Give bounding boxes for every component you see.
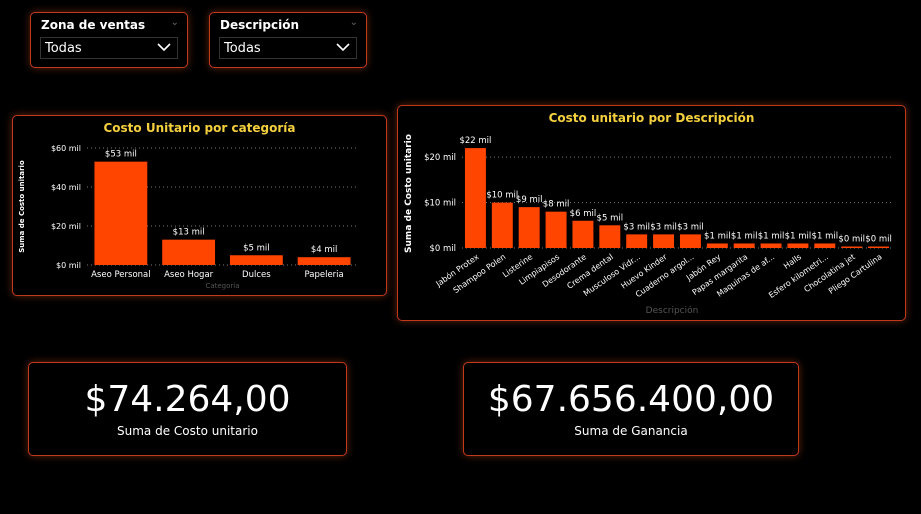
bar [229, 255, 283, 265]
bar [626, 234, 648, 248]
data-label: $5 mil [243, 243, 270, 253]
bar [760, 243, 782, 248]
x-tick-label: Dulces [242, 270, 271, 280]
chevron-down-icon[interactable]: ⌄ [350, 17, 358, 28]
kpi-label: Suma de Costo unitario [117, 424, 258, 438]
bar [841, 246, 863, 248]
bar [868, 246, 890, 248]
data-label: $1 mil [785, 231, 812, 241]
y-axis-title: Suma de Costo unitario [18, 160, 26, 253]
y-tick-label: $40 mil [51, 183, 81, 192]
data-label: $9 mil [516, 195, 543, 205]
bar [491, 202, 513, 248]
slicer-descripcion: Descripción ⌄ Todas [209, 12, 367, 68]
data-label: $3 mil [650, 222, 677, 232]
slicer-title: Zona de ventas [41, 18, 146, 32]
x-tick-label: Aseo Hogar [164, 270, 214, 280]
data-label: $53 mil [105, 150, 137, 160]
y-axis-title: Suma de Costo unitario [404, 134, 414, 253]
bar [297, 257, 351, 265]
y-tick-label: $20 mil [424, 153, 456, 163]
data-label: $0 mil [865, 235, 892, 245]
data-label: $3 mil [623, 222, 650, 232]
y-tick-label: $0 mil [56, 261, 81, 270]
descripcion-dropdown[interactable]: Todas [219, 37, 357, 59]
chevron-down-icon [157, 43, 171, 52]
data-label: $0 mil [838, 235, 865, 245]
zona-ventas-dropdown[interactable]: Todas [40, 37, 178, 59]
chevron-down-icon [336, 43, 350, 52]
x-axis-title: Descripción [646, 305, 699, 316]
data-label: $8 mil [543, 200, 570, 210]
bar [733, 243, 755, 248]
kpi-card-ganancia: $67.656.400,00 Suma de Ganancia [463, 362, 799, 456]
dropdown-value: Todas [224, 41, 261, 56]
bar [599, 225, 621, 248]
x-tick-label: Halls [782, 252, 803, 271]
y-tick-label: $20 mil [51, 222, 81, 231]
bar [162, 239, 216, 265]
bar-chart-categoria: $0 mil $20 mil $40 mil $60 mil Suma de Costo… [18, 144, 358, 290]
bar [464, 148, 486, 248]
bar [518, 207, 540, 248]
kpi-label: Suma de Ganancia [574, 424, 688, 438]
bar [653, 234, 675, 248]
y-tick-label: $0 mil [429, 244, 456, 254]
x-tick-label: Aseo Personal [91, 270, 151, 280]
y-tick-label: $10 mil [424, 199, 456, 209]
bar [706, 243, 728, 248]
data-label: $13 mil [173, 228, 205, 238]
bar [814, 243, 836, 248]
bar [94, 161, 148, 265]
data-label: $3 mil [677, 222, 704, 232]
kpi-value: $74.264,00 [84, 379, 291, 420]
kpi-value: $67.656.400,00 [487, 379, 775, 420]
slicer-title: Descripción [220, 18, 299, 32]
bar [679, 234, 701, 248]
slicer-zona-ventas: Zona de ventas ⌄ Todas [30, 12, 188, 68]
bar [787, 243, 809, 248]
data-label: $1 mil [704, 231, 731, 241]
x-tick-label: Papeleria [305, 270, 344, 280]
data-label: $1 mil [731, 231, 758, 241]
data-label: $1 mil [758, 231, 785, 241]
data-label: $10 mil [486, 191, 518, 201]
bar [545, 211, 567, 248]
chart-costo-categoria: Costo Unitario por categoría $0 mil $20 m… [12, 115, 387, 296]
dropdown-value: Todas [45, 41, 82, 56]
data-label: $4 mil [311, 245, 338, 255]
data-label: $6 mil [570, 209, 597, 219]
kpi-card-costo: $74.264,00 Suma de Costo unitario [28, 362, 347, 456]
data-label: $1 mil [812, 231, 839, 241]
bar [572, 220, 594, 248]
data-label: $5 mil [597, 213, 624, 223]
x-axis-title: Categoría [205, 282, 239, 290]
data-label: $22 mil [459, 136, 491, 146]
chart-costo-descripcion: Costo unitario por Descripción $0 mil $10… [397, 105, 906, 321]
bar-chart-descripcion: $0 mil $10 mil $20 mil Suma de Costo unitar… [404, 134, 892, 316]
chevron-down-icon[interactable]: ⌄ [171, 17, 179, 28]
y-tick-label: $60 mil [51, 144, 81, 153]
